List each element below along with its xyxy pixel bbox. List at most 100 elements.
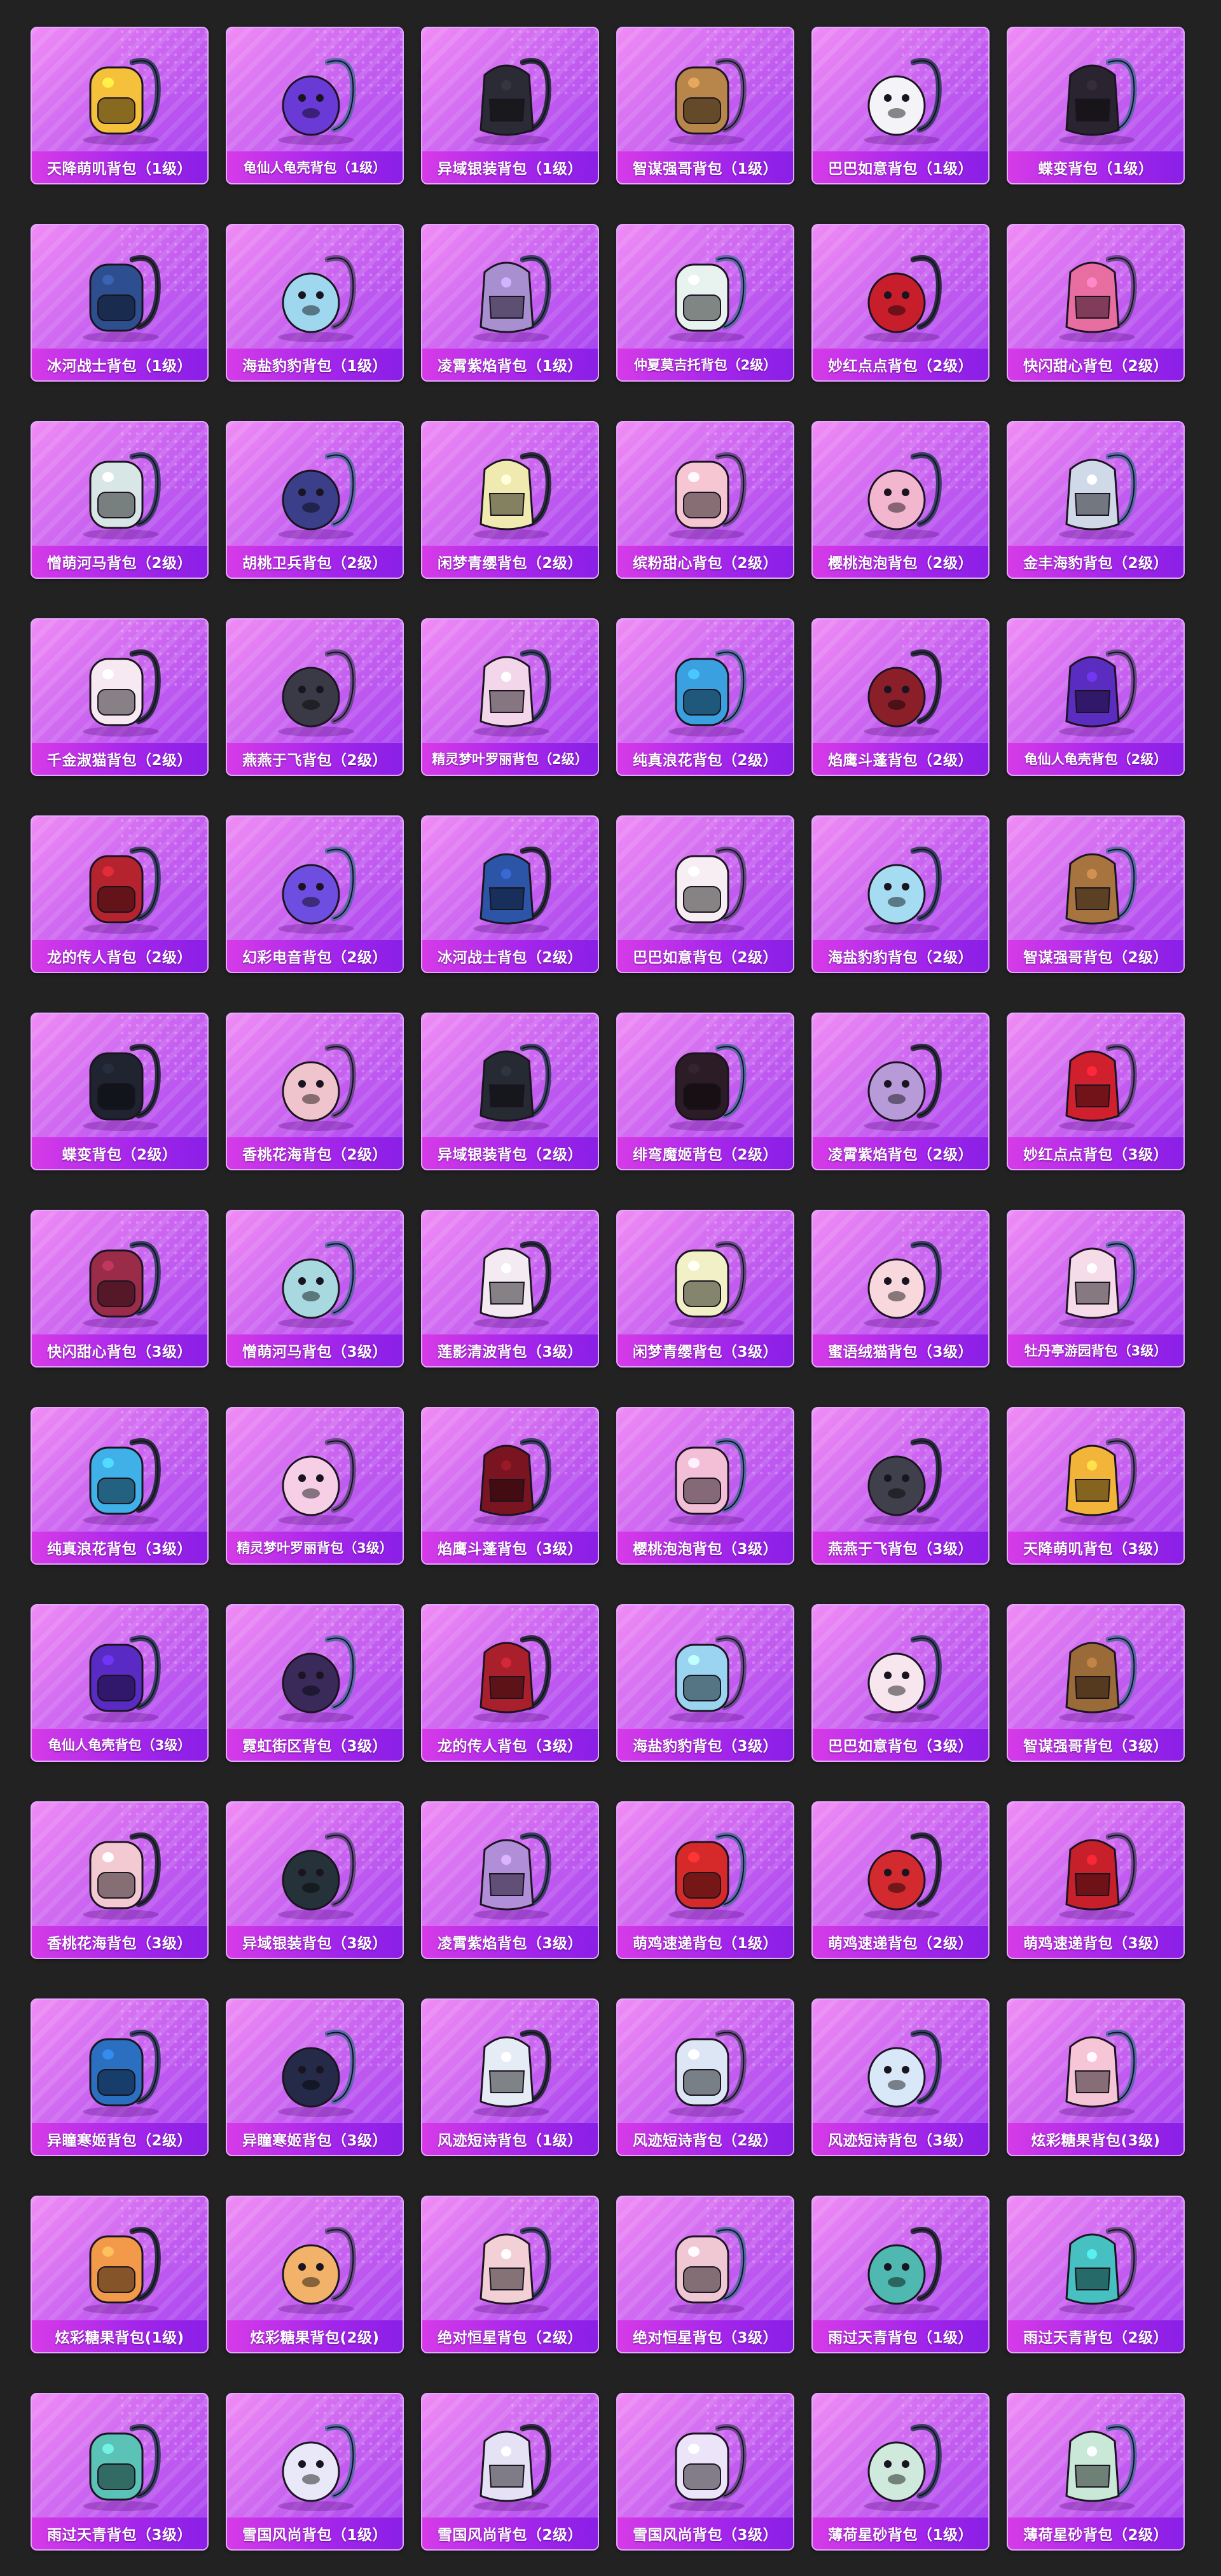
backpack-card[interactable]: 炫彩糖果背包(3级) <box>1007 1998 1185 2156</box>
backpack-card[interactable]: 萌鸡速递背包（1级） <box>616 1801 794 1959</box>
backpack-card[interactable]: 天降萌叽背包（3级） <box>1007 1407 1185 1565</box>
backpack-card[interactable]: 幻彩电音背包（2级） <box>226 815 404 973</box>
backpack-card[interactable]: 龙的传人背包（2级） <box>31 815 209 973</box>
backpack-card[interactable]: 绯弯魔姬背包（2级） <box>616 1013 794 1170</box>
backpack-card[interactable]: 焰鹰斗蓬背包（2级） <box>811 618 990 776</box>
backpack-card[interactable]: 精灵梦叶罗丽背包（3级） <box>226 1407 404 1565</box>
backpack-card[interactable]: 憎萌河马背包（3级） <box>226 1210 404 1368</box>
backpack-card[interactable]: 仲夏莫吉托背包（2级） <box>616 224 794 382</box>
backpack-card[interactable]: 龙的传人背包（3级） <box>421 1604 599 1762</box>
backpack-card[interactable]: 快闪甜心背包（3级） <box>31 1210 209 1368</box>
backpack-card[interactable]: 樱桃泡泡背包（2级） <box>811 421 990 579</box>
backpack-card[interactable]: 薄荷星砂背包（1级） <box>811 2393 990 2551</box>
backpack-card[interactable]: 巴巴如意背包（3级） <box>811 1604 990 1762</box>
backpack-card[interactable]: 炫彩糖果背包(2级) <box>226 2196 404 2353</box>
backpack-card[interactable]: 蜜语绒猫背包（3级） <box>811 1210 990 1368</box>
backpack-card[interactable]: 异域银装背包（3级） <box>226 1801 404 1959</box>
backpack-card[interactable]: 雨过天青背包（2级） <box>1007 2196 1185 2353</box>
backpack-card[interactable]: 精灵梦叶罗丽背包（2级） <box>421 618 599 776</box>
backpack-card[interactable]: 霓虹街区背包（3级） <box>226 1604 404 1762</box>
backpack-card[interactable]: 异瞳寒姬背包（2级） <box>31 1998 209 2156</box>
backpack-card[interactable]: 牡丹亭游园背包（3级） <box>1007 1210 1185 1368</box>
card-name-bar: 纯真浪花背包（2级） <box>617 742 793 775</box>
card-name-bar: 龟仙人龟壳背包（2级） <box>1008 742 1183 775</box>
card-name-bar: 精灵梦叶罗丽背包（2级） <box>422 742 598 775</box>
backpack-card[interactable]: 千金淑猫背包（2级） <box>31 618 209 776</box>
backpack-card[interactable]: 纯真浪花背包（2级） <box>616 618 794 776</box>
backpack-card[interactable]: 风迹短诗背包（1级） <box>421 1998 599 2156</box>
backpack-card[interactable]: 风迹短诗背包（3级） <box>811 1998 990 2156</box>
backpack-card[interactable]: 闲梦青缨背包（3级） <box>616 1210 794 1368</box>
backpack-card[interactable]: 雪国风尚背包（3级） <box>616 2393 794 2551</box>
backpack-card[interactable]: 绝对恒星背包（2级） <box>421 2196 599 2353</box>
backpack-card[interactable]: 缤粉甜心背包（2级） <box>616 421 794 579</box>
backpack-card[interactable]: 异瞳寒姬背包（3级） <box>226 1998 404 2156</box>
card-name-bar: 冰河战士背包（1级） <box>32 348 207 380</box>
backpack-card[interactable]: 龟仙人龟壳背包（3级） <box>31 1604 209 1762</box>
backpack-name: 凌霄紫焰背包（2级） <box>827 1147 973 1163</box>
backpack-card[interactable]: 异域银装背包（1级） <box>421 27 599 184</box>
backpack-card[interactable]: 智谋强哥背包（1级） <box>616 27 794 184</box>
backpack-card[interactable]: 蝶变背包（2级） <box>31 1013 209 1170</box>
backpack-card[interactable]: 智谋强哥背包（3级） <box>1007 1604 1185 1762</box>
backpack-name: 燕燕于飞背包（3级） <box>827 1541 973 1558</box>
backpack-name: 龟仙人龟壳背包（1级） <box>243 160 387 176</box>
backpack-card[interactable]: 海盐豹豹背包（1级） <box>226 224 404 382</box>
backpack-card[interactable]: 异域银装背包（2级） <box>421 1013 599 1170</box>
backpack-card[interactable]: 燕燕于飞背包（3级） <box>811 1407 990 1565</box>
backpack-card[interactable]: 蝶变背包（1级） <box>1007 27 1185 184</box>
backpack-card[interactable]: 雪国风尚背包（2级） <box>421 2393 599 2551</box>
backpack-name: 雪国风尚背包（1级） <box>242 2527 387 2544</box>
backpack-card[interactable]: 快闪甜心背包（2级） <box>1007 224 1185 382</box>
backpack-card[interactable]: 焰鹰斗蓬背包（3级） <box>421 1407 599 1565</box>
backpack-name: 异域银装背包（1级） <box>437 161 583 177</box>
backpack-card[interactable]: 龟仙人龟壳背包（1级） <box>226 27 404 184</box>
backpack-card[interactable]: 巴巴如意背包（1级） <box>811 27 990 184</box>
backpack-card[interactable]: 纯真浪花背包（3级） <box>31 1407 209 1565</box>
backpack-card[interactable]: 胡桃卫兵背包（2级） <box>226 421 404 579</box>
backpack-card[interactable]: 金丰海豹背包（2级） <box>1007 421 1185 579</box>
seal-backpack-icon <box>668 1635 747 1722</box>
backpack-card[interactable]: 龟仙人龟壳背包（2级） <box>1007 618 1185 776</box>
backpack-card[interactable]: 萌鸡速递背包（2级） <box>811 1801 990 1959</box>
backpack-card[interactable]: 绝对恒星背包（3级） <box>616 2196 794 2353</box>
poem-satchel-backpack-icon <box>668 2030 747 2117</box>
card-name-bar: 风迹短诗背包（2级） <box>617 2122 793 2155</box>
backpack-card[interactable]: 冰河战士背包（2级） <box>421 815 599 973</box>
backpack-card[interactable]: 凌霄紫焰背包（3级） <box>421 1801 599 1959</box>
backpack-name: 绯弯魔姬背包（2级） <box>632 1147 778 1163</box>
backpack-card[interactable]: 雨过天青背包（3级） <box>31 2393 209 2551</box>
backpack-card[interactable]: 风迹短诗背包（2级） <box>616 1998 794 2156</box>
backpack-card[interactable]: 海盐豹豹背包（3级） <box>616 1604 794 1762</box>
backpack-card[interactable]: 妙红点点背包（3级） <box>1007 1013 1185 1170</box>
backpack-card[interactable]: 燕燕于飞背包（2级） <box>226 618 404 776</box>
backpack-name: 精灵梦叶罗丽背包（3级） <box>237 1541 393 1556</box>
backpack-card[interactable]: 海盐豹豹背包（2级） <box>811 815 990 973</box>
backpack-card[interactable]: 天降萌叽背包（1级） <box>31 27 209 184</box>
backpack-card[interactable]: 莲影清波背包（3级） <box>421 1210 599 1368</box>
backpack-card[interactable]: 闲梦青缨背包（2级） <box>421 421 599 579</box>
card-name-bar: 闲梦青缨背包（2级） <box>422 545 598 578</box>
card-name-bar: 智谋强哥背包（1级） <box>617 151 793 183</box>
backpack-card[interactable]: 雨过天青背包（1级） <box>811 2196 990 2353</box>
backpack-card[interactable]: 薄荷星砂背包（2级） <box>1007 2393 1185 2551</box>
backpack-card[interactable]: 冰河战士背包（1级） <box>31 224 209 382</box>
backpack-card[interactable]: 智谋强哥背包（2级） <box>1007 815 1185 973</box>
black-tech-backpack-icon <box>278 1832 356 1920</box>
backpack-name: 绝对恒星背包（3级） <box>632 2330 778 2346</box>
backpack-card[interactable]: 樱桃泡泡背包（3级） <box>616 1407 794 1565</box>
backpack-card[interactable]: 香桃花海背包（2级） <box>226 1013 404 1170</box>
bat-backpack-icon <box>668 1044 747 1131</box>
brown-dog-backpack-icon <box>668 58 747 145</box>
backpack-card[interactable]: 凌霄紫焰背包（1级） <box>421 224 599 382</box>
backpack-card[interactable]: 憎萌河马背包（2级） <box>31 421 209 579</box>
card-name-bar: 雪国风尚背包（3级） <box>617 2517 793 2549</box>
backpack-card[interactable]: 妙红点点背包（2级） <box>811 224 990 382</box>
backpack-card[interactable]: 巴巴如意背包（2级） <box>616 815 794 973</box>
backpack-name: 凌霄紫焰背包（1级） <box>437 358 583 375</box>
backpack-card[interactable]: 凌霄紫焰背包（2级） <box>811 1013 990 1170</box>
backpack-card[interactable]: 香桃花海背包（3级） <box>31 1801 209 1959</box>
backpack-card[interactable]: 萌鸡速递背包（3级） <box>1007 1801 1185 1959</box>
backpack-card[interactable]: 雪国风尚背包（1级） <box>226 2393 404 2551</box>
backpack-card[interactable]: 炫彩糖果背包(1级) <box>31 2196 209 2353</box>
